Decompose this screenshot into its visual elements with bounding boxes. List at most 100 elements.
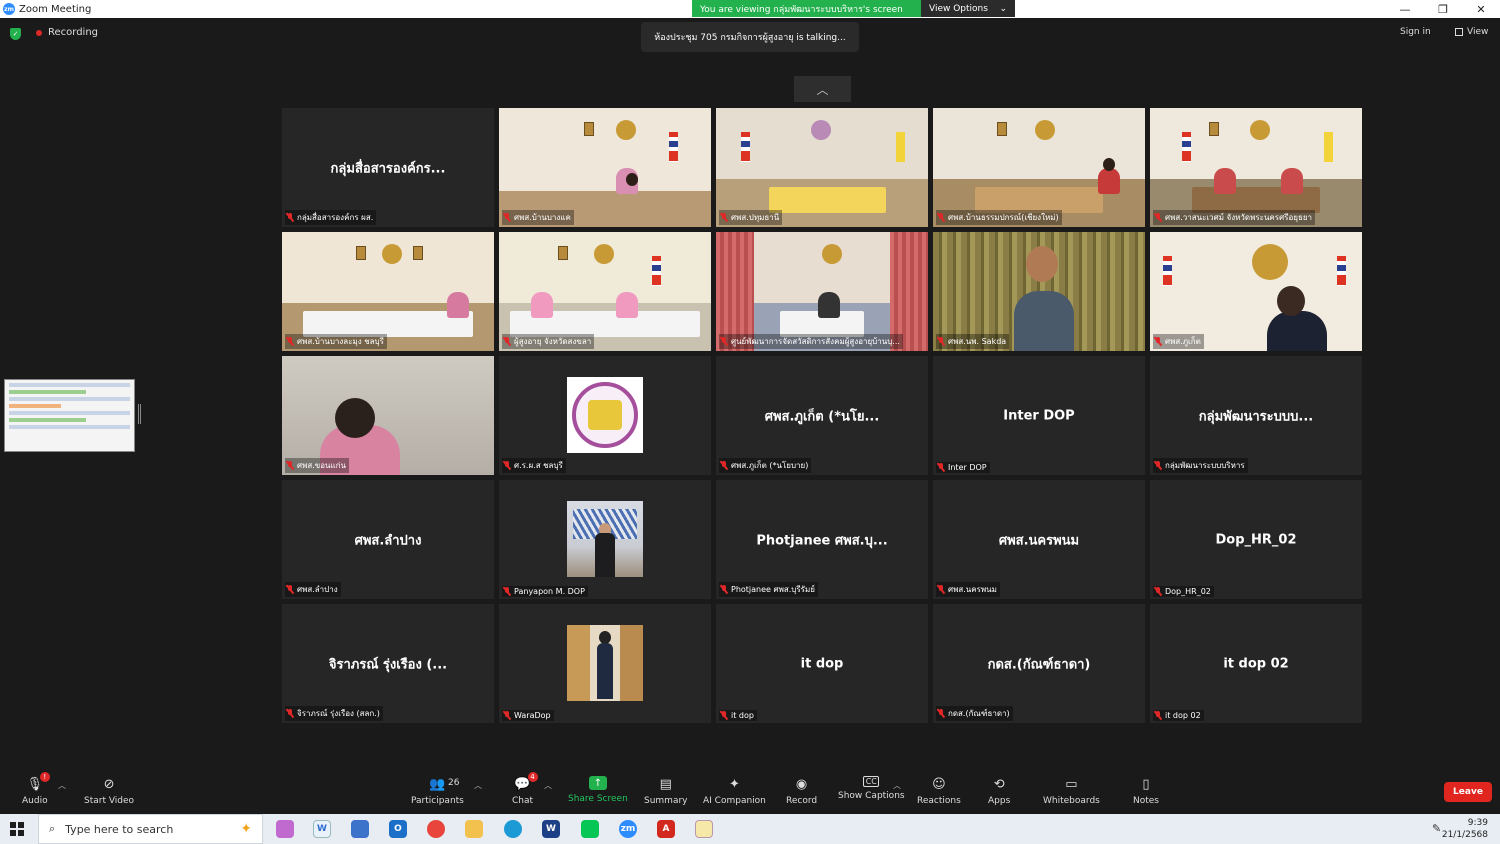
participant-name-label: ผู้สูงอายุ จังหวัดสงขลา	[502, 334, 595, 349]
participant-name: ศพส.นพ. Sakda	[948, 337, 1007, 346]
reactions-icon: ☺	[932, 776, 946, 792]
audio-warning-badge: !	[39, 772, 50, 782]
shared-screen-thumbnail[interactable]	[4, 379, 135, 452]
audio-options-caret-icon[interactable]: ︿	[58, 780, 66, 791]
participant-tile[interactable]: ศพส.นครพนม ศพส.นครพนม	[933, 480, 1145, 599]
acrobat-app-icon[interactable]: A	[657, 820, 675, 838]
chat-button[interactable]: 💬 4 Chat	[512, 772, 538, 806]
file-explorer-app-icon[interactable]	[465, 820, 483, 838]
participant-tile[interactable]: ศพส.นพ. Sakda	[933, 232, 1145, 351]
participant-name: ศพส.วาสนะเวศม์ จังหวัดพระนครศรีอยุธยา	[1165, 213, 1312, 222]
chat-options-caret-icon[interactable]: ︿	[544, 780, 552, 791]
participant-display-name: ศพส.ลำปาง	[354, 533, 422, 548]
participant-tile[interactable]: ศพส.วาสนะเวศม์ จังหวัดพระนครศรีอยุธยา	[1150, 108, 1362, 227]
participant-tile[interactable]: กลุ่มพัฒนาระบบบ... กลุ่มพัฒนาระบบบริหาร	[1150, 356, 1362, 475]
participant-tile[interactable]: ศพส.ขอนแก่น	[282, 356, 494, 475]
participant-tile[interactable]: ศพส.ปทุมธานี	[716, 108, 928, 227]
notes-app-icon[interactable]	[695, 820, 713, 838]
participant-name: กลุ่มสื่อสารองค์กร ผส.	[297, 213, 374, 222]
participant-tile[interactable]: Dop_HR_02 Dop_HR_02	[1150, 480, 1362, 599]
avatar	[567, 377, 643, 453]
muted-microphone-icon	[286, 585, 294, 594]
thumb-row	[9, 390, 87, 394]
notes-button[interactable]: ▯ Notes	[1133, 776, 1159, 807]
word-app-icon[interactable]: W	[313, 820, 331, 838]
view-options-button[interactable]: View Options ⌄	[921, 0, 1015, 17]
participant-name: ศ.ร.ผ.ส ชลบุรี	[514, 461, 563, 470]
participant-tile[interactable]: ศูนย์พัฒนาการจัดสวัสดิการสังคมผู้สูงอายุ…	[716, 232, 928, 351]
participant-display-name: ศพส.นครพนม	[998, 533, 1080, 548]
chrome-app-icon[interactable]	[427, 820, 445, 838]
participant-tile[interactable]: ผู้สูงอายุ จังหวัดสงขลา	[499, 232, 711, 351]
ai-companion-button[interactable]: ✦ AI Companion	[703, 776, 766, 807]
participants-options-caret-icon[interactable]: ︿	[474, 780, 482, 791]
participant-gallery: กลุ่มสื่อสารองค์กร... กลุ่มสื่อสารองค์กร …	[282, 108, 1364, 723]
participant-tile[interactable]: จิราภรณ์ รุ่งเรือง (... จิราภรณ์ รุ่งเรือ…	[282, 604, 494, 723]
system-clock[interactable]: 9:39 21/1/2568	[1442, 817, 1488, 841]
collapse-gallery-button[interactable]: ︿	[794, 76, 851, 102]
participant-name-label: ศพส.บ้านธรรมปกรณ์(เชียงใหม่)	[936, 210, 1062, 225]
participant-tile[interactable]: it dop it dop	[716, 604, 928, 723]
participant-name-label: ศพส.ขอนแก่น	[285, 458, 349, 473]
store-app-icon[interactable]	[351, 820, 369, 838]
participant-tile[interactable]: Panyapon M. DOP	[499, 480, 711, 599]
windows-start-icon[interactable]	[10, 822, 24, 836]
participant-tile[interactable]: WaraDop	[499, 604, 711, 723]
edge-app-icon[interactable]	[504, 820, 522, 838]
record-button[interactable]: ◉ Record	[786, 776, 817, 807]
participants-label: Participants	[411, 796, 464, 806]
participant-tile[interactable]: Inter DOP Inter DOP	[933, 356, 1145, 475]
minimize-button[interactable]: —	[1386, 0, 1424, 18]
summary-button[interactable]: ▤ Summary	[644, 776, 688, 807]
copilot-app-icon[interactable]	[276, 820, 294, 838]
participant-tile[interactable]: ศพส.บ้านบางละมุง ชลบุรี	[282, 232, 494, 351]
pen-tray-icon[interactable]: ✎	[1432, 822, 1441, 835]
participant-name: ศพส.บ้านบางแค	[514, 213, 571, 222]
restore-button[interactable]: ❐	[1424, 0, 1462, 18]
participant-name-label: ศพส.ภูเก็ต	[1153, 334, 1204, 349]
participant-display-name: จิราภรณ์ รุ่งเรือง (...	[328, 657, 448, 672]
taskbar-search-box[interactable]: ⌕ Type here to search ✦	[38, 814, 263, 844]
start-video-button[interactable]: ⊘ Start Video	[84, 776, 134, 807]
video-off-icon: ⊘	[103, 776, 115, 792]
muted-microphone-icon	[503, 587, 511, 596]
muted-microphone-icon	[503, 461, 511, 470]
sign-in-button[interactable]: Sign in	[1400, 27, 1431, 37]
participant-tile[interactable]: ศพส.บ้านธรรมปกรณ์(เชียงใหม่)	[933, 108, 1145, 227]
captions-options-caret-icon[interactable]: ︿	[893, 780, 901, 791]
close-button[interactable]: ✕	[1462, 0, 1500, 18]
participant-tile[interactable]: Photjanee ศพส.บุ... Photjanee ศพส.บุรีรัม…	[716, 480, 928, 599]
participant-tile[interactable]: ศพส.ลำปาง ศพส.ลำปาง	[282, 480, 494, 599]
encryption-shield-icon[interactable]: ✓	[10, 28, 21, 40]
audio-button[interactable]: 🎙! Audio	[22, 772, 50, 806]
view-button[interactable]: View	[1455, 27, 1488, 37]
participant-name-label: Dop_HR_02	[1153, 586, 1214, 597]
share-screen-button[interactable]: ↑ Share Screen	[568, 776, 628, 804]
window-controls: — ❐ ✕	[1386, 0, 1500, 18]
participant-tile[interactable]: ศพส.บ้านบางแค	[499, 108, 711, 227]
apps-button[interactable]: ⟲ Apps	[988, 776, 1010, 807]
participant-tile[interactable]: ศพส.ภูเก็ต	[1150, 232, 1362, 351]
notes-label: Notes	[1133, 796, 1159, 806]
leave-button[interactable]: Leave	[1444, 782, 1492, 802]
participant-tile[interactable]: ศพส.ภูเก็ต (*นโย... ศพส.ภูเก็ต (*นโยบาย)	[716, 356, 928, 475]
reactions-button[interactable]: ☺ Reactions	[917, 776, 961, 807]
outlook-app-icon[interactable]: O	[389, 820, 407, 838]
participant-name: ศพส.ลำปาง	[297, 585, 338, 594]
participant-tile[interactable]: it dop 02 it dop 02	[1150, 604, 1362, 723]
participant-name-label: WaraDop	[502, 710, 554, 721]
recording-indicator[interactable]: Recording	[36, 27, 98, 38]
participant-name: ศพส.ขอนแก่น	[297, 461, 346, 470]
resize-handle[interactable]	[138, 404, 141, 424]
muted-microphone-icon	[720, 213, 728, 222]
participant-tile[interactable]: ศ.ร.ผ.ส ชลบุรี	[499, 356, 711, 475]
webex-app-icon[interactable]: W	[542, 820, 560, 838]
participant-name: WaraDop	[514, 711, 551, 720]
participant-name: it dop 02	[1165, 711, 1201, 720]
participant-tile[interactable]: กดส.(กัณฑ์ธาดา) กดส.(กัณฑ์ธาดา)	[933, 604, 1145, 723]
participant-name-label: ศพส.ภูเก็ต (*นโยบาย)	[719, 458, 812, 473]
line-app-icon[interactable]	[581, 820, 599, 838]
zoom-app-icon[interactable]: zm	[619, 820, 637, 838]
participant-tile[interactable]: กลุ่มสื่อสารองค์กร... กลุ่มสื่อสารองค์กร …	[282, 108, 494, 227]
whiteboards-button[interactable]: ▭ Whiteboards	[1043, 776, 1100, 807]
